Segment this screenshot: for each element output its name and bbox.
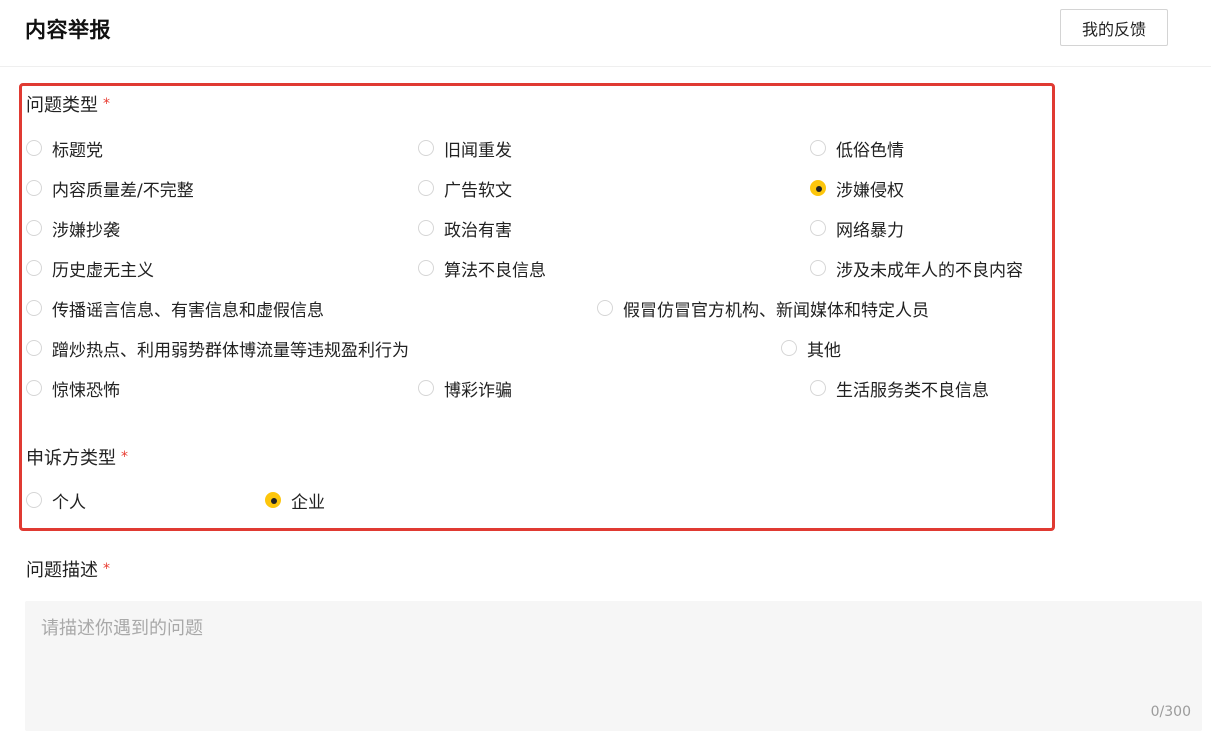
problem-type-radio-option[interactable]: 蹭炒热点、利用弱势群体博流量等违规盈利行为 bbox=[26, 337, 409, 361]
problem-type-radio-option[interactable]: 涉嫌侵权 bbox=[810, 177, 904, 201]
my-feedback-button[interactable]: 我的反馈 bbox=[1060, 9, 1168, 46]
description-field-wrap: 0/300 bbox=[25, 601, 1202, 731]
radio-circle[interactable] bbox=[26, 340, 42, 356]
radio-label: 涉及未成年人的不良内容 bbox=[836, 260, 1023, 281]
radio-label: 假冒仿冒官方机构、新闻媒体和特定人员 bbox=[623, 300, 929, 321]
problem-type-radio-option[interactable]: 旧闻重发 bbox=[418, 137, 512, 161]
problem-type-label: 问题类型 * bbox=[26, 91, 110, 117]
radio-circle[interactable] bbox=[810, 380, 826, 396]
radio-label: 低俗色情 bbox=[836, 140, 904, 161]
problem-type-radio-option[interactable]: 传播谣言信息、有害信息和虚假信息 bbox=[26, 297, 324, 321]
radio-circle[interactable] bbox=[265, 492, 281, 508]
radio-label: 其他 bbox=[807, 340, 841, 361]
radio-label: 内容质量差/不完整 bbox=[52, 180, 194, 201]
problem-type-radio-option[interactable]: 广告软文 bbox=[418, 177, 512, 201]
radio-circle[interactable] bbox=[418, 220, 434, 236]
radio-label: 历史虚无主义 bbox=[52, 260, 154, 281]
radio-circle[interactable] bbox=[26, 180, 42, 196]
radio-circle[interactable] bbox=[26, 380, 42, 396]
radio-label: 传播谣言信息、有害信息和虚假信息 bbox=[52, 300, 324, 321]
problem-type-radio-option[interactable]: 低俗色情 bbox=[810, 137, 904, 161]
problem-type-radio-option[interactable]: 生活服务类不良信息 bbox=[810, 377, 989, 401]
radio-label: 旧闻重发 bbox=[444, 140, 512, 161]
problem-type-radio-option[interactable]: 假冒仿冒官方机构、新闻媒体和特定人员 bbox=[597, 297, 929, 321]
radio-label: 网络暴力 bbox=[836, 220, 904, 241]
radio-label: 生活服务类不良信息 bbox=[836, 380, 989, 401]
radio-circle[interactable] bbox=[418, 180, 434, 196]
required-mark: * bbox=[103, 96, 110, 112]
problem-type-radio-option[interactable]: 其他 bbox=[781, 337, 841, 361]
description-textarea[interactable] bbox=[25, 601, 1202, 731]
radio-circle[interactable] bbox=[26, 492, 42, 508]
radio-circle[interactable] bbox=[810, 140, 826, 156]
radio-circle[interactable] bbox=[26, 300, 42, 316]
complainant-type-label: 申诉方类型 * bbox=[26, 444, 128, 470]
radio-label: 博彩诈骗 bbox=[444, 380, 512, 401]
problem-type-radio-option[interactable]: 标题党 bbox=[26, 137, 103, 161]
problem-type-radio-option[interactable]: 涉嫌抄袭 bbox=[26, 217, 120, 241]
problem-type-radio-option[interactable]: 内容质量差/不完整 bbox=[26, 177, 194, 201]
radio-circle[interactable] bbox=[26, 220, 42, 236]
radio-circle[interactable] bbox=[810, 180, 826, 196]
radio-label: 政治有害 bbox=[444, 220, 512, 241]
complainant-type-label-text: 申诉方类型 bbox=[26, 448, 116, 469]
required-mark: * bbox=[121, 449, 128, 465]
radio-label: 企业 bbox=[291, 492, 325, 513]
problem-type-radio-option[interactable]: 历史虚无主义 bbox=[26, 257, 154, 281]
problem-type-radio-option[interactable]: 惊悚恐怖 bbox=[26, 377, 120, 401]
problem-type-label-text: 问题类型 bbox=[26, 95, 98, 116]
complainant-type-radio-option[interactable]: 个人 bbox=[26, 489, 86, 513]
radio-label: 涉嫌侵权 bbox=[836, 180, 904, 201]
description-label: 问题描述 * bbox=[26, 556, 110, 582]
radio-circle[interactable] bbox=[418, 260, 434, 276]
description-label-text: 问题描述 bbox=[26, 560, 98, 581]
radio-circle[interactable] bbox=[26, 140, 42, 156]
radio-circle[interactable] bbox=[26, 260, 42, 276]
radio-circle[interactable] bbox=[810, 220, 826, 236]
complainant-type-radio-option[interactable]: 企业 bbox=[265, 489, 325, 513]
radio-label: 广告软文 bbox=[444, 180, 512, 201]
radio-label: 蹭炒热点、利用弱势群体博流量等违规盈利行为 bbox=[52, 340, 409, 361]
problem-type-radio-option[interactable]: 涉及未成年人的不良内容 bbox=[810, 257, 1023, 281]
radio-label: 算法不良信息 bbox=[444, 260, 546, 281]
radio-circle[interactable] bbox=[810, 260, 826, 276]
radio-label: 标题党 bbox=[52, 140, 103, 161]
char-count: 0/300 bbox=[1150, 704, 1191, 720]
radio-label: 个人 bbox=[52, 492, 86, 513]
radio-circle[interactable] bbox=[418, 140, 434, 156]
page-title: 内容举报 bbox=[25, 18, 111, 42]
radio-label: 惊悚恐怖 bbox=[52, 380, 120, 401]
header-divider bbox=[0, 66, 1211, 67]
radio-circle[interactable] bbox=[597, 300, 613, 316]
radio-circle[interactable] bbox=[781, 340, 797, 356]
problem-type-radio-option[interactable]: 博彩诈骗 bbox=[418, 377, 512, 401]
problem-type-radio-option[interactable]: 网络暴力 bbox=[810, 217, 904, 241]
radio-circle[interactable] bbox=[418, 380, 434, 396]
problem-type-radio-option[interactable]: 政治有害 bbox=[418, 217, 512, 241]
required-mark: * bbox=[103, 561, 110, 577]
radio-label: 涉嫌抄袭 bbox=[52, 220, 120, 241]
problem-type-radio-option[interactable]: 算法不良信息 bbox=[418, 257, 546, 281]
